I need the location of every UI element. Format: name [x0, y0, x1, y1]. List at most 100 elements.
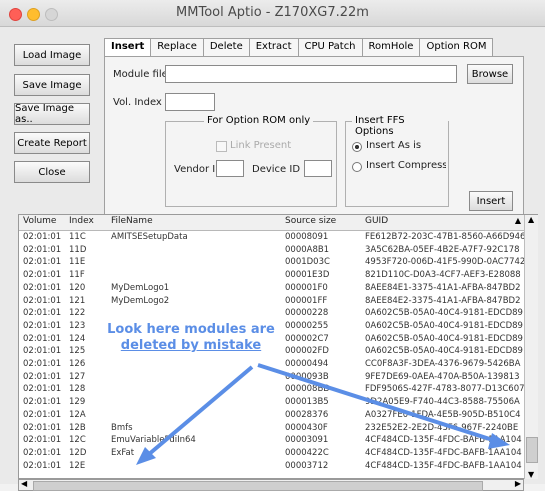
table-row[interactable]: 02:01:01 11F 00001E3D 821D110C-D0A3-4CF7-AE…: [19, 270, 537, 282]
scroll-up-icon[interactable]: ▲: [528, 215, 534, 224]
cell-volume: 02:01:01: [23, 333, 62, 344]
table-row[interactable]: 02:01:01 127 0000093B 9FE7DE69-0AEA-470A-B5…: [19, 372, 537, 384]
device-id-input[interactable]: [304, 160, 332, 177]
tab-extract[interactable]: Extract: [248, 38, 299, 56]
table-row[interactable]: 02:01:01 11E 0001D03C 4953F720-006D-41F5-99…: [19, 257, 537, 269]
cell-guid: 8AEE84E1-3375-41A1-AFBA-847BD2: [365, 282, 521, 293]
insert-compressed-label: Insert Compressed: [366, 160, 446, 171]
cell-volume: 02:01:01: [23, 422, 62, 433]
cell-filename: Bmfs: [111, 422, 133, 433]
tab-insert[interactable]: Insert: [104, 38, 152, 56]
horizontal-scroll-thumb[interactable]: [33, 481, 483, 491]
table-row[interactable]: 02:01:01 128 000008BD FDF9506S-427F-4783-80…: [19, 384, 537, 396]
vendor-id-input[interactable]: [216, 160, 244, 177]
cell-guid: 0A602C5B-05A0-40C4-9181-EDCD89: [365, 308, 523, 319]
ffs-options-group: Insert FFS Options Insert As is Insert C…: [345, 115, 449, 207]
cell-source-size: 0000422C: [285, 447, 329, 458]
cell-index: 11F: [69, 270, 85, 281]
table-row[interactable]: 02:01:01 12D ExFat 0000422C 4CF484CD-135F-4F…: [19, 448, 537, 460]
cell-guid: 232E52E2-2E2D-43F6-967F-2240BE: [365, 422, 519, 433]
cell-volume: 02:01:01: [23, 282, 62, 293]
cell-source-size: 00028376: [285, 409, 329, 420]
table-row[interactable]: 02:01:01 12A 00028376 A0327FE0-1FDA-4E5B-90…: [19, 410, 537, 422]
cell-source-size: 0001D03C: [285, 257, 330, 268]
annotation-line-2: deleted by mistake: [120, 338, 262, 353]
vol-index-label: Vol. Index: [113, 97, 162, 108]
cell-source-size: 0000430F: [285, 422, 328, 433]
table-row[interactable]: 02:01:01 12B Bmfs 0000430F 232E52E2-2E2D-43F…: [19, 423, 537, 435]
table-row[interactable]: 02:01:01 11D 0000A8B1 3A5C62BA-05EF-4B2E-A7…: [19, 245, 537, 257]
cell-index: 12B: [69, 422, 86, 433]
link-present-checkbox[interactable]: [216, 141, 227, 152]
cell-guid: 3A5C62BA-05EF-4B2E-A7F7-92C178: [365, 244, 520, 255]
insert-button[interactable]: Insert: [469, 191, 513, 211]
cell-source-size: 00000494: [285, 359, 329, 369]
cell-index: 12C: [69, 435, 86, 446]
annotation-line-1: Look here modules are: [107, 322, 275, 337]
main-window: Load Image Save Image Save Image as.. Cr…: [0, 27, 545, 491]
save-image-button[interactable]: Save Image: [14, 74, 90, 96]
table-row[interactable]: 02:01:01 12C EmuVariableFdiIn64 00003091 4CF…: [19, 435, 537, 447]
link-present-label: Link Present: [230, 140, 292, 151]
save-image-as-button[interactable]: Save Image as..: [14, 103, 90, 125]
device-id-label: Device ID: [252, 164, 301, 175]
cell-filename: MyDemLogo1: [111, 282, 170, 293]
sort-arrow-icon: ▲: [514, 216, 521, 225]
title-bar: MMTool Aptio - Z170XG7.22m: [0, 0, 545, 27]
tab-replace[interactable]: Replace: [150, 38, 204, 56]
scroll-thumb[interactable]: [526, 437, 538, 463]
table-row[interactable]: 02:01:01 121 MyDemLogo2 000001FF 8AEE84E2-33…: [19, 296, 537, 308]
cell-guid: FE612B72-203C-47B1-8560-A66D946: [365, 232, 526, 242]
cell-guid: 4CF484CD-135F-4FDC-BAFB-1AA104: [365, 447, 522, 458]
tab-delete[interactable]: Delete: [202, 38, 250, 56]
column-header-guid[interactable]: GUID: [365, 216, 388, 226]
cell-volume: 02:01:01: [23, 384, 62, 395]
table-row[interactable]: 02:01:01 12E 00003712 4CF484CD-135F-4FDC-BA…: [19, 461, 537, 473]
vertical-scrollbar[interactable]: ▲ ▼: [524, 215, 538, 479]
cell-volume: 02:01:01: [23, 346, 62, 357]
table-row[interactable]: 02:01:01 120 MyDemLogo1 000001F0 8AEE84E1-33…: [19, 283, 537, 295]
scroll-down-icon[interactable]: ▼: [528, 470, 534, 479]
module-file-input[interactable]: [165, 65, 457, 83]
column-header-filename[interactable]: FileName: [111, 216, 153, 226]
cell-index: 129: [69, 397, 86, 408]
browse-button[interactable]: Browse: [467, 64, 513, 84]
horizontal-scrollbar[interactable]: ◀ ▶: [18, 479, 524, 491]
cell-source-size: 0000093B: [285, 371, 329, 382]
cell-guid: 821D110C-D0A3-4CF7-AEF3-E28088: [365, 270, 521, 281]
cell-volume: 02:01:01: [23, 232, 62, 242]
cell-index: 11C: [69, 232, 86, 242]
cell-guid: A0327FE0-1FDA-4E5B-905D-B510C4: [365, 409, 521, 420]
insert-compressed-radio[interactable]: [352, 162, 362, 172]
column-header-source-size[interactable]: Source size: [285, 216, 336, 226]
column-header-index[interactable]: Index: [69, 216, 94, 226]
table-row[interactable]: 02:01:01 129 000013B5 9D2A05E9-F740-44C3-85…: [19, 397, 537, 409]
cell-source-size: 00000255: [285, 320, 329, 331]
vol-index-input[interactable]: [165, 93, 215, 111]
cell-source-size: 00003091: [285, 435, 329, 446]
cell-guid: 9D2A05E9-F740-44C3-8588-75506A: [365, 397, 520, 408]
cell-source-size: 000008BD: [285, 384, 330, 395]
table-row[interactable]: 02:01:01 126 00000494 CC0F8A3F-3DEA-4376-96…: [19, 359, 537, 371]
cell-source-size: 00008091: [285, 232, 329, 242]
table-row[interactable]: 02:01:01 122 00000228 0A602C5B-05A0-40C4-91…: [19, 308, 537, 320]
column-header-volume[interactable]: Volume: [23, 216, 56, 226]
create-report-button[interactable]: Create Report: [14, 132, 90, 154]
cell-volume: 02:01:01: [23, 409, 62, 420]
load-image-button[interactable]: Load Image: [14, 44, 90, 66]
table-header: Volume Index FileName Source size GUID ▲: [19, 215, 537, 231]
cell-volume: 02:01:01: [23, 371, 62, 382]
close-button[interactable]: Close: [14, 161, 90, 183]
cell-index: 12E: [69, 460, 86, 471]
tab-option-rom[interactable]: Option ROM: [419, 38, 494, 56]
tab-cpu-patch[interactable]: CPU Patch: [297, 38, 363, 56]
tab-romhole[interactable]: RomHole: [361, 38, 421, 56]
window-title: MMTool Aptio - Z170XG7.22m: [176, 5, 369, 20]
cell-index: 126: [69, 359, 86, 369]
cell-guid: 8AEE84E2-3375-41A1-AFBA-847BD2: [365, 295, 521, 306]
cell-guid: 4CF484CD-135F-4FDC-BAFB-1AA104: [365, 435, 522, 446]
cell-source-size: 000001F0: [285, 282, 328, 293]
insert-as-is-radio[interactable]: [352, 142, 362, 152]
cell-index: 128: [69, 384, 86, 395]
table-row[interactable]: 02:01:01 11C AMITSESetupData 00008091 FE612B…: [19, 232, 537, 244]
